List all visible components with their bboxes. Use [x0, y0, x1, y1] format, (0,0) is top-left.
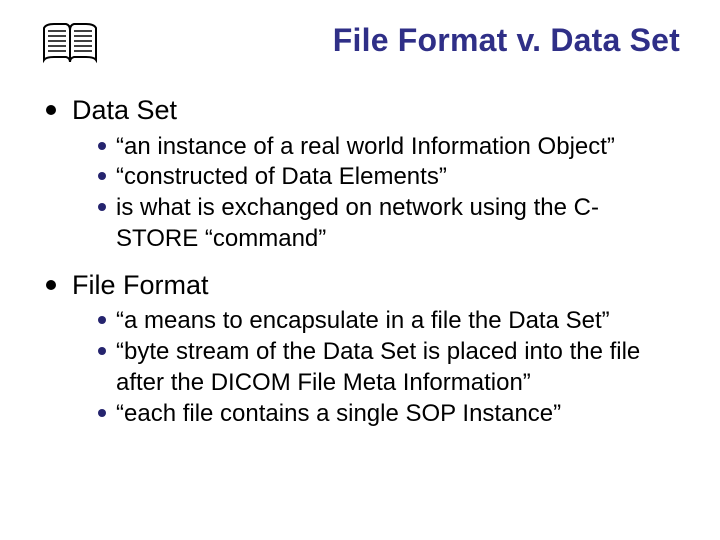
section-heading: Data Set — [72, 94, 177, 128]
sub-list: “an instance of a real world Information… — [98, 132, 680, 255]
bullet-icon — [98, 409, 106, 417]
slide: File Format v. Data Set Data Set “an ins… — [0, 0, 720, 540]
slide-title: File Format v. Data Set — [100, 22, 680, 59]
bullet-icon — [98, 347, 106, 355]
list-item-text: is what is exchanged on network using th… — [116, 193, 676, 254]
list-item: is what is exchanged on network using th… — [98, 193, 680, 254]
list-item-text: “constructed of Data Elements” — [116, 162, 447, 193]
open-book-icon — [40, 20, 100, 68]
list-item: “a means to encapsulate in a file the Da… — [98, 306, 680, 337]
list-item-text: “byte stream of the Data Set is placed i… — [116, 337, 676, 398]
list-item: Data Set — [46, 94, 680, 128]
bullet-icon — [98, 172, 106, 180]
list-item: “constructed of Data Elements” — [98, 162, 680, 193]
list-item-text: “each file contains a single SOP Instanc… — [116, 399, 561, 430]
bullet-icon — [46, 105, 56, 115]
list-item: File Format — [46, 269, 680, 303]
slide-body: Data Set “an instance of a real world In… — [40, 94, 680, 429]
list-item-text: “a means to encapsulate in a file the Da… — [116, 306, 610, 337]
bullet-icon — [98, 203, 106, 211]
list-item: “each file contains a single SOP Instanc… — [98, 399, 680, 430]
list-item: “byte stream of the Data Set is placed i… — [98, 337, 680, 398]
section-heading: File Format — [72, 269, 209, 303]
bullet-icon — [98, 316, 106, 324]
list-item-text: “an instance of a real world Information… — [116, 132, 615, 163]
list-item: “an instance of a real world Information… — [98, 132, 680, 163]
slide-header: File Format v. Data Set — [40, 18, 680, 68]
sub-list: “a means to encapsulate in a file the Da… — [98, 306, 680, 429]
bullet-icon — [98, 142, 106, 150]
bullet-icon — [46, 280, 56, 290]
